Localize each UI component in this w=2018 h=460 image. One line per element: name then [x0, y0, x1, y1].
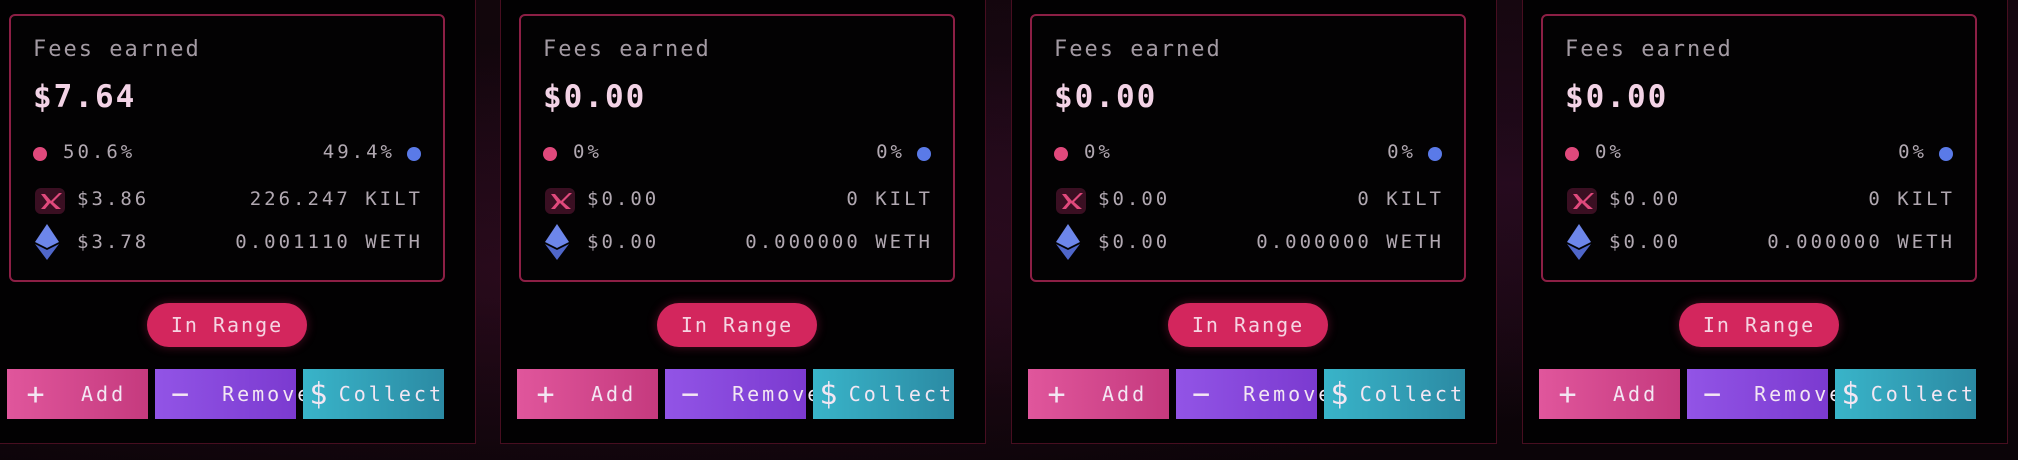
- add-label: Add: [1102, 382, 1148, 406]
- kilt-usd: $0.00: [587, 188, 660, 210]
- dollar-icon: $: [1841, 376, 1863, 412]
- range-status-badge: In Range: [1679, 303, 1839, 347]
- plus-icon: +: [536, 376, 558, 412]
- position-card: Fees earned $0.00 0% 0% $0.00 0 KILT $0.…: [1011, 0, 1497, 444]
- collect-button[interactable]: $ Collect: [813, 369, 954, 419]
- position-card: Fees earned $7.64 50.6% 49.4% $3.86 226.…: [0, 0, 476, 444]
- position-card: Fees earned $0.00 0% 0% $0.00 0 KILT $0.…: [1522, 0, 2008, 444]
- fees-panel: Fees earned $7.64 50.6% 49.4% $3.86 226.…: [9, 14, 445, 282]
- collect-button[interactable]: $ Collect: [1835, 369, 1976, 419]
- ethereum-icon: [35, 224, 59, 260]
- remove-label: Remove: [222, 382, 313, 406]
- ethereum-icon: [545, 224, 569, 260]
- add-button[interactable]: + Add: [7, 369, 148, 419]
- collect-button[interactable]: $ Collect: [303, 369, 444, 419]
- remove-button[interactable]: − Remove: [155, 369, 309, 419]
- add-button[interactable]: + Add: [517, 369, 658, 419]
- add-label: Add: [591, 382, 637, 406]
- weth-amount: 0.001110 WETH: [235, 231, 423, 253]
- dollar-icon: $: [819, 376, 841, 412]
- ethereum-icon: [1567, 224, 1591, 260]
- fees-label: Fees earned: [543, 37, 711, 62]
- kilt-logo-icon: [1567, 188, 1597, 214]
- fees-value: $0.00: [543, 79, 647, 115]
- remove-label: Remove: [1243, 382, 1334, 406]
- remove-label: Remove: [732, 382, 823, 406]
- remove-button[interactable]: − Remove: [1176, 369, 1330, 419]
- weth-amount: 0.000000 WETH: [1767, 231, 1955, 253]
- weth-percentage: 0%: [1387, 141, 1416, 163]
- weth-usd: $0.00: [1609, 231, 1682, 253]
- weth-percentage: 49.4%: [322, 141, 395, 163]
- collect-button[interactable]: $ Collect: [1324, 369, 1465, 419]
- fees-value: $0.00: [1565, 79, 1669, 115]
- kilt-logo-icon: [545, 188, 575, 214]
- collect-label: Collect: [338, 382, 444, 406]
- ethereum-icon: [1056, 224, 1080, 260]
- dollar-icon: $: [1330, 376, 1352, 412]
- kilt-percentage: 0%: [573, 141, 602, 163]
- kilt-amount: 0 KILT: [1868, 188, 1955, 210]
- kilt-dot-icon: [1565, 147, 1579, 161]
- add-label: Add: [81, 382, 127, 406]
- fees-label: Fees earned: [1565, 37, 1733, 62]
- weth-dot-icon: [917, 147, 931, 161]
- range-status-badge: In Range: [147, 303, 307, 347]
- fees-value: $0.00: [1054, 79, 1158, 115]
- add-button[interactable]: + Add: [1539, 369, 1680, 419]
- fees-label: Fees earned: [1054, 37, 1222, 62]
- minus-icon: −: [1192, 376, 1214, 412]
- kilt-usd: $0.00: [1098, 188, 1171, 210]
- kilt-percentage: 0%: [1595, 141, 1624, 163]
- kilt-logo-icon: [1056, 188, 1086, 214]
- fees-value: $7.64: [33, 79, 137, 115]
- dollar-icon: $: [309, 376, 331, 412]
- remove-label: Remove: [1754, 382, 1845, 406]
- collect-label: Collect: [1359, 382, 1465, 406]
- kilt-amount: 0 KILT: [846, 188, 933, 210]
- remove-button[interactable]: − Remove: [1687, 369, 1841, 419]
- fees-panel: Fees earned $0.00 0% 0% $0.00 0 KILT $0.…: [1541, 14, 1977, 282]
- weth-dot-icon: [1428, 147, 1442, 161]
- weth-amount: 0.000000 WETH: [745, 231, 933, 253]
- kilt-usd: $3.86: [77, 188, 150, 210]
- remove-button[interactable]: − Remove: [665, 369, 819, 419]
- weth-dot-icon: [407, 147, 421, 161]
- plus-icon: +: [1558, 376, 1580, 412]
- add-label: Add: [1613, 382, 1659, 406]
- fees-label: Fees earned: [33, 37, 201, 62]
- range-status-badge: In Range: [1168, 303, 1328, 347]
- position-card: Fees earned $0.00 0% 0% $0.00 0 KILT $0.…: [500, 0, 986, 444]
- kilt-dot-icon: [543, 147, 557, 161]
- fees-panel: Fees earned $0.00 0% 0% $0.00 0 KILT $0.…: [1030, 14, 1466, 282]
- weth-usd: $0.00: [587, 231, 660, 253]
- weth-dot-icon: [1939, 147, 1953, 161]
- range-status-badge: In Range: [657, 303, 817, 347]
- collect-label: Collect: [1870, 382, 1976, 406]
- kilt-amount: 0 KILT: [1357, 188, 1444, 210]
- kilt-dot-icon: [33, 147, 47, 161]
- minus-icon: −: [681, 376, 703, 412]
- kilt-logo-icon: [35, 188, 65, 214]
- minus-icon: −: [171, 376, 193, 412]
- weth-percentage: 0%: [1898, 141, 1927, 163]
- kilt-usd: $0.00: [1609, 188, 1682, 210]
- kilt-percentage: 0%: [1084, 141, 1113, 163]
- minus-icon: −: [1703, 376, 1725, 412]
- weth-percentage: 0%: [876, 141, 905, 163]
- weth-usd: $3.78: [77, 231, 150, 253]
- kilt-dot-icon: [1054, 147, 1068, 161]
- plus-icon: +: [26, 376, 48, 412]
- weth-amount: 0.000000 WETH: [1256, 231, 1444, 253]
- add-button[interactable]: + Add: [1028, 369, 1169, 419]
- fees-panel: Fees earned $0.00 0% 0% $0.00 0 KILT $0.…: [519, 14, 955, 282]
- plus-icon: +: [1047, 376, 1069, 412]
- kilt-percentage: 50.6%: [63, 141, 136, 163]
- kilt-amount: 226.247 KILT: [249, 188, 423, 210]
- weth-usd: $0.00: [1098, 231, 1171, 253]
- collect-label: Collect: [848, 382, 954, 406]
